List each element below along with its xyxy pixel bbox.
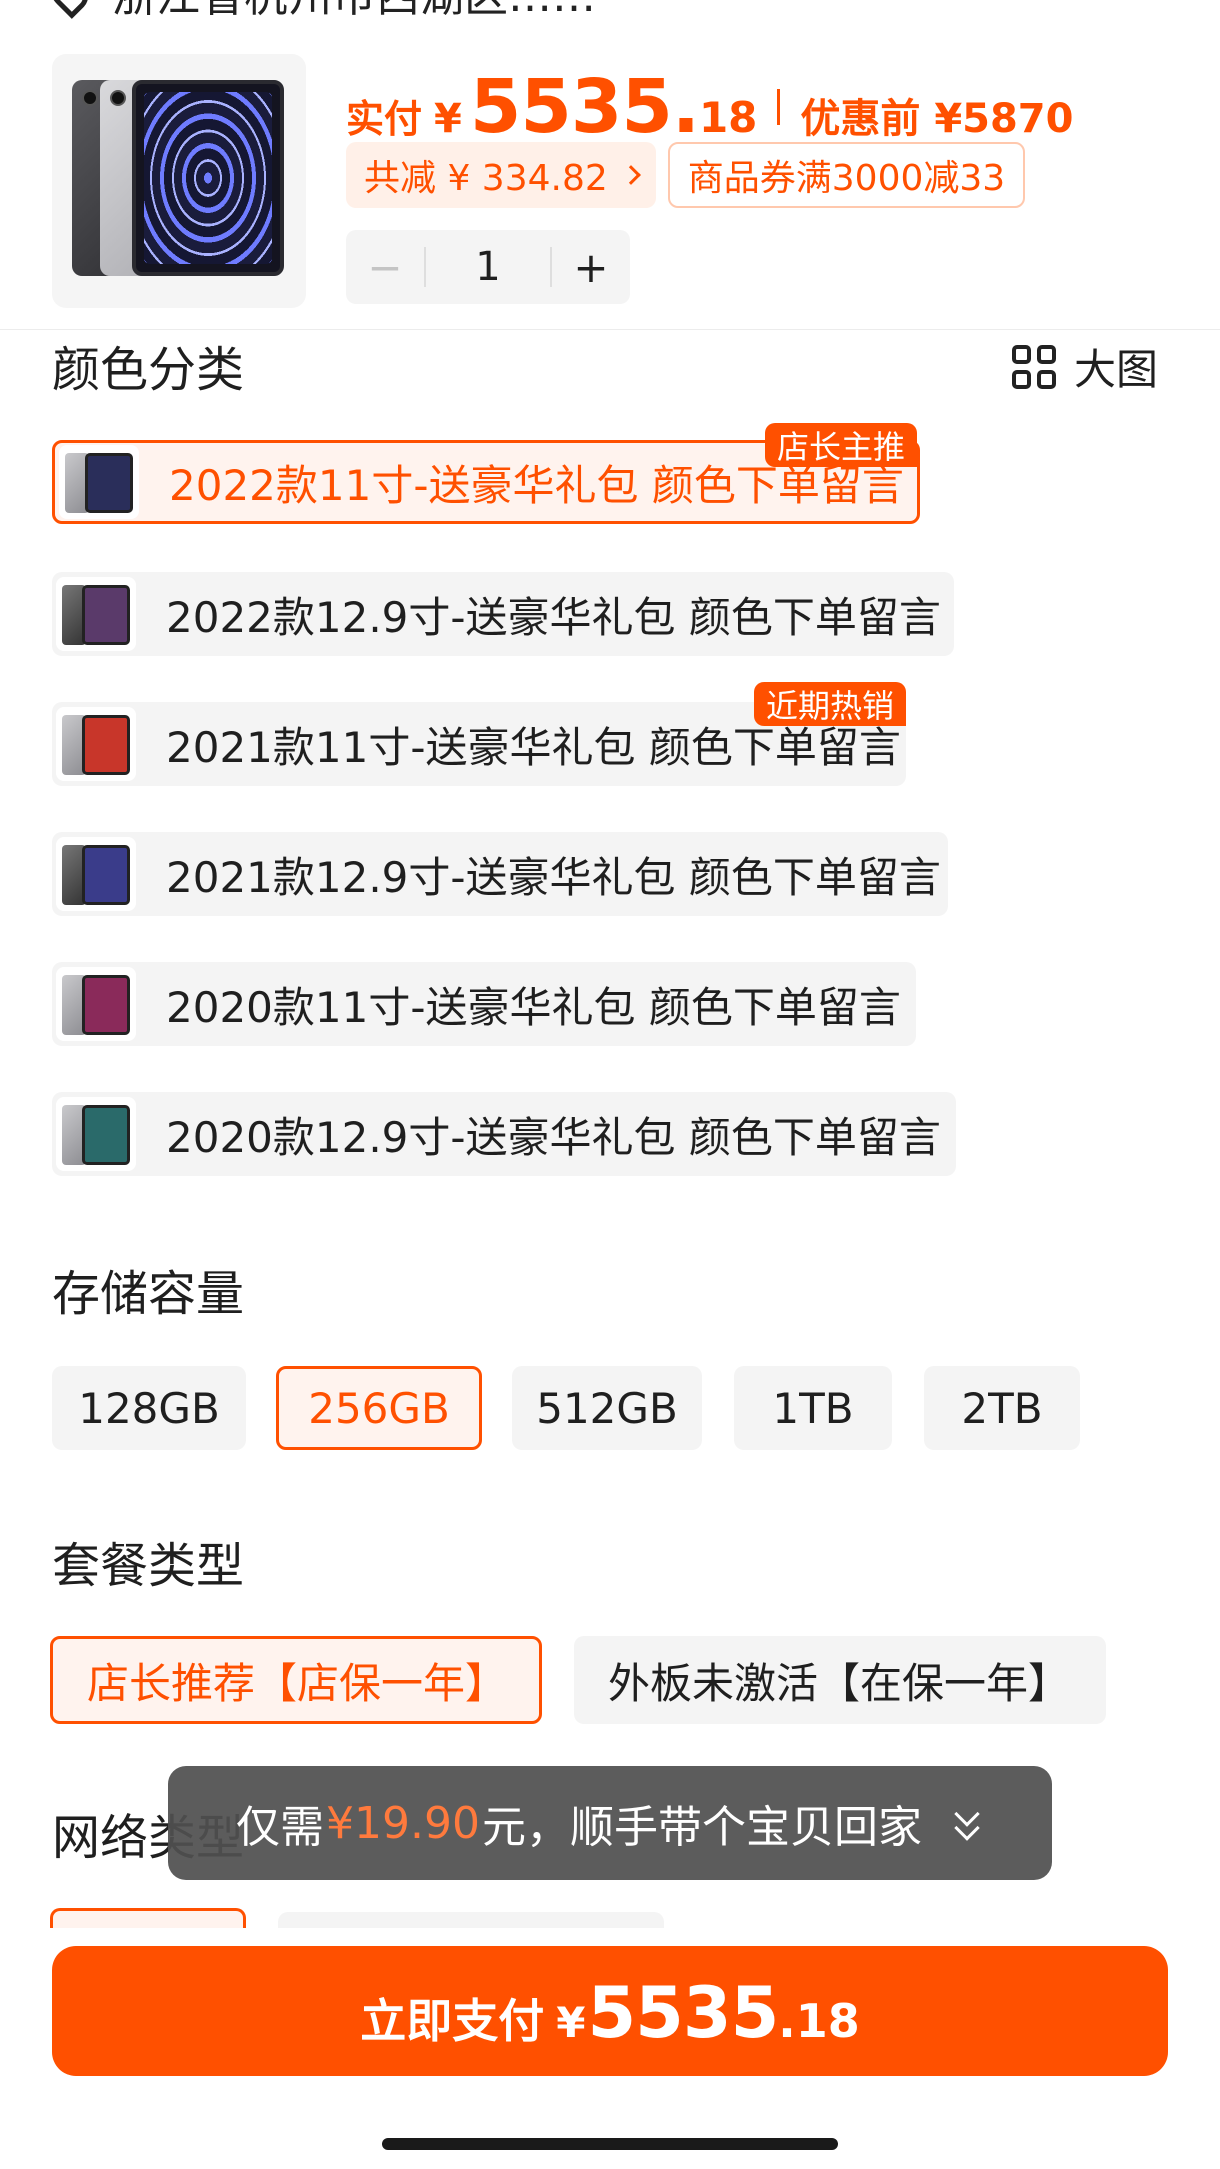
home-indicator[interactable] (382, 2138, 838, 2150)
network-option-selected[interactable] (50, 1908, 246, 1928)
address-line[interactable]: 浙江省杭州市西湖区…… (42, 0, 596, 24)
option-label: 2020款11寸-送豪华礼包 颜色下单留言 (166, 982, 901, 1032)
option-label: 2021款12.9寸-送豪华礼包 颜色下单留言 (166, 852, 941, 902)
color-section-title: 颜色分类 (52, 342, 245, 398)
address-text: 浙江省杭州市西湖区…… (112, 0, 596, 24)
coupon-chip[interactable]: 商品券满3000减33 (667, 142, 1026, 208)
add-on-toast[interactable]: 仅需 ¥19.90 元，顺手带个宝贝回家 (168, 1766, 1052, 1880)
toast-prefix: 仅需 (236, 1802, 324, 1853)
toast-amount: ¥19.90 (326, 1797, 480, 1849)
grid-icon (1011, 344, 1056, 389)
big-view-label: 大图 (1073, 345, 1158, 394)
package-section-title: 套餐类型 (52, 1538, 245, 1594)
color-option-2[interactable]: 2022款12.9寸-送豪华礼包 颜色下单留言 (52, 572, 954, 656)
option-label: 2022款12.9寸-送豪华礼包 颜色下单留言 (166, 592, 941, 642)
package-option-store-warranty[interactable]: 店长推荐【店保一年】 (50, 1636, 542, 1724)
option-label: 2020款12.9寸-送豪华礼包 颜色下单留言 (166, 1112, 941, 1162)
big-view-toggle[interactable]: 大图 (1011, 336, 1158, 397)
pay-label: 立即支付 (360, 1994, 545, 2048)
currency-symbol: ¥ (434, 96, 462, 142)
camera-icon (110, 90, 126, 106)
pay-amount-integer: 5535 (587, 1972, 779, 2054)
tablet-front-screen (132, 80, 284, 276)
toast-suffix: 元，顺手带个宝贝回家 (481, 1802, 922, 1853)
double-chevron-down-icon[interactable] (950, 1801, 984, 1843)
storage-section-title: 存储容量 (52, 1266, 245, 1322)
price-row: 实付 ¥ 5535. 18 优惠前 ¥5870 (346, 64, 1073, 150)
color-option-4[interactable]: 2021款12.9寸-送豪华礼包 颜色下单留言 (52, 832, 948, 916)
color-option-1[interactable]: 2022款11寸-送豪华礼包 颜色下单留言 店长主推 (52, 423, 920, 524)
camera-icon (82, 90, 98, 106)
option-thumbnail (56, 837, 136, 911)
increase-button[interactable]: + (552, 243, 630, 292)
hot-sale-badge: 近期热销 (753, 682, 906, 726)
storage-option-1tb[interactable]: 1TB (734, 1366, 892, 1450)
decrease-button[interactable]: − (346, 243, 424, 292)
storage-option-256gb[interactable]: 256GB (276, 1366, 482, 1450)
original-price: 优惠前 ¥5870 (800, 96, 1074, 142)
package-option-board-unactivated[interactable]: 外板未激活【在保一年】 (574, 1636, 1106, 1724)
pay-currency: ¥ (556, 1998, 586, 2047)
chevron-right-icon (620, 165, 641, 185)
option-thumbnail (59, 445, 139, 519)
storage-option-512gb[interactable]: 512GB (512, 1366, 702, 1450)
coupon-text: 商品券满3000减33 (687, 158, 1006, 199)
recommended-badge: 店长主推 (764, 423, 917, 467)
discount-chips: 共减 ¥ 334.82 商品券满3000减33 (346, 142, 1026, 208)
price-integer: 5535. (469, 64, 700, 150)
option-thumbnail (56, 967, 136, 1041)
pay-amount-decimal: .18 (778, 1994, 860, 2048)
total-discount-text: 共减 ¥ 334.82 (364, 158, 608, 199)
price-decimal: 18 (698, 93, 758, 142)
product-summary: 实付 ¥ 5535. 18 优惠前 ¥5870 共减 ¥ 334.82 商品券满… (0, 50, 1220, 330)
total-discount-chip[interactable]: 共减 ¥ 334.82 (346, 142, 656, 208)
color-option-5[interactable]: 2020款11寸-送豪华礼包 颜色下单留言 (52, 962, 916, 1046)
product-thumbnail[interactable] (52, 54, 306, 308)
quantity-value[interactable]: 1 (426, 244, 550, 290)
quantity-stepper: − 1 + (346, 230, 630, 304)
option-thumbnail (56, 707, 136, 781)
option-thumbnail (56, 577, 136, 651)
pay-now-button[interactable]: 立即支付 ¥ 5535 .18 (52, 1946, 1168, 2076)
paid-label: 实付 (346, 97, 423, 141)
option-thumbnail (56, 1097, 136, 1171)
storage-option-2tb[interactable]: 2TB (924, 1366, 1080, 1450)
color-option-6[interactable]: 2020款12.9寸-送豪华礼包 颜色下单留言 (52, 1092, 956, 1176)
storage-option-128gb[interactable]: 128GB (52, 1366, 246, 1450)
color-option-3[interactable]: 2021款11寸-送豪华礼包 颜色下单留言 近期热销 (52, 682, 906, 786)
network-option[interactable] (278, 1912, 664, 1928)
price-divider (777, 89, 781, 125)
location-pin-icon (42, 0, 96, 19)
